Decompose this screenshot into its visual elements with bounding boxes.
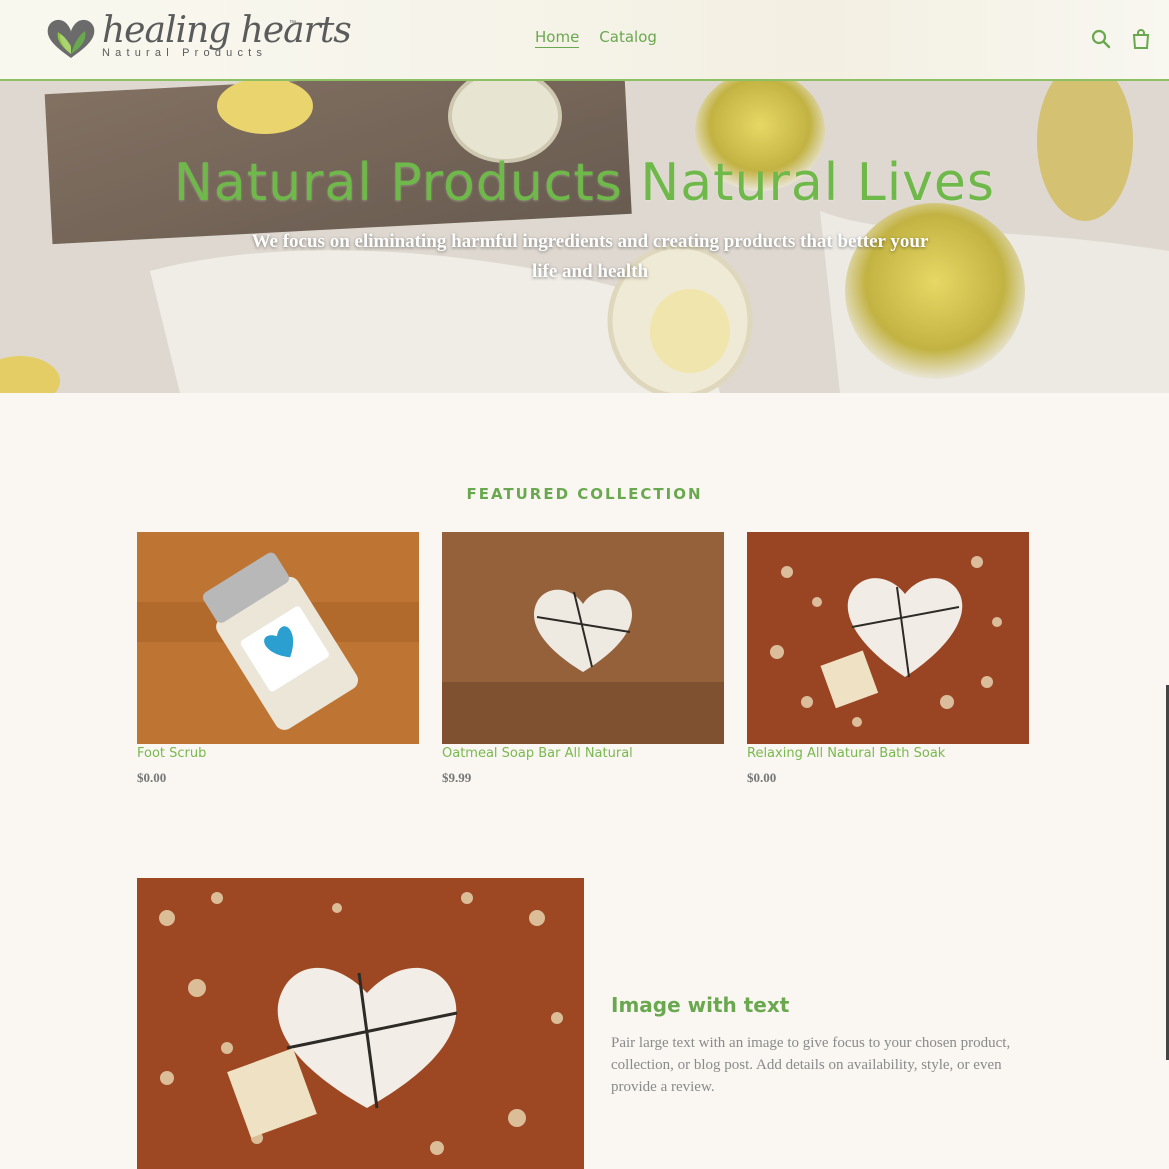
jar-product-photo[interactable] <box>137 532 419 744</box>
image-with-text-photo <box>137 878 584 1169</box>
image-with-text-title: Image with text <box>611 993 790 1017</box>
image-with-text-body: Pair large text with an image to give fo… <box>611 1035 1011 1095</box>
header-actions <box>1091 28 1151 50</box>
featured-collection-heading: FEATURED COLLECTION <box>466 485 703 503</box>
product-name[interactable]: Relaxing All Natural Bath Soak <box>747 746 1029 761</box>
heart-leaf-logo-icon <box>47 19 95 59</box>
main-nav: Home Catalog <box>535 28 657 48</box>
product-price: $0.00 <box>747 770 777 785</box>
search-icon[interactable] <box>1091 28 1111 50</box>
product-name[interactable]: Oatmeal Soap Bar All Natural <box>442 746 724 761</box>
hero-title: Natural Products Natural Lives <box>174 153 995 213</box>
brand-logo[interactable]: healing hearts ™ Natural Products <box>44 10 352 66</box>
hero-subtitle: We focus on eliminating harmful ingredie… <box>251 231 929 282</box>
product-card[interactable]: Foot Scrub $0.00 <box>137 532 419 792</box>
bath-soak-photo[interactable] <box>747 532 1029 744</box>
heart-soap-photo[interactable] <box>442 532 724 744</box>
hero-banner: Natural Products Natural Lives We focus … <box>0 81 1169 393</box>
product-name[interactable]: Foot Scrub <box>137 746 419 761</box>
product-card[interactable]: Oatmeal Soap Bar All Natural $9.99 <box>442 532 724 792</box>
product-price: $9.99 <box>442 770 472 785</box>
site-header: healing hearts ™ Natural Products Home C… <box>0 0 1169 81</box>
trademark-mark: ™ <box>289 20 296 27</box>
product-price: $0.00 <box>137 770 167 785</box>
brand-tagline: Natural Products <box>102 47 268 59</box>
nav-home[interactable]: Home <box>535 28 580 48</box>
nav-catalog[interactable]: Catalog <box>599 28 657 48</box>
cart-icon[interactable] <box>1131 28 1151 50</box>
product-card[interactable]: Relaxing All Natural Bath Soak $0.00 <box>747 532 1029 792</box>
brand-name: healing hearts <box>102 10 352 51</box>
